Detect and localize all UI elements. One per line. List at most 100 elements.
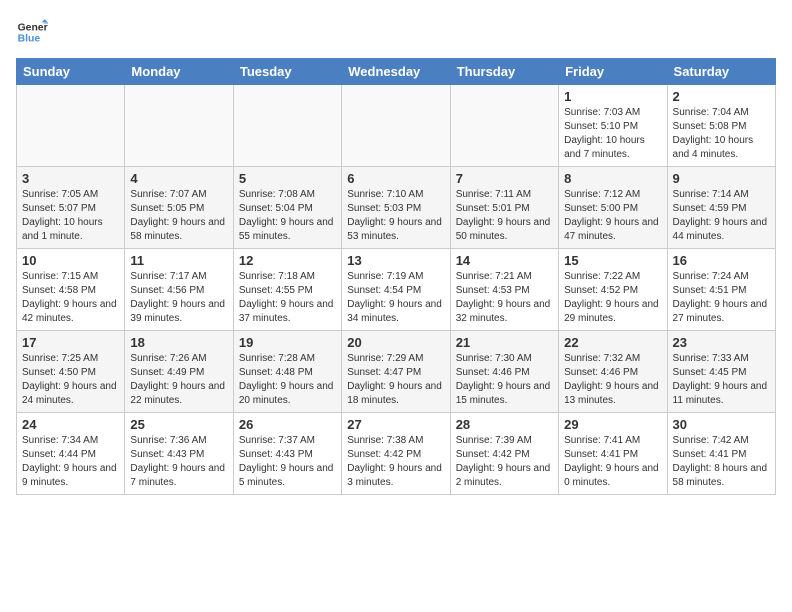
day-info: Sunrise: 7:32 AM Sunset: 4:46 PM Dayligh…	[564, 352, 661, 408]
calendar-table: SundayMondayTuesdayWednesdayThursdayFrid…	[16, 58, 776, 495]
calendar-cell	[342, 85, 450, 167]
day-info: Sunrise: 7:11 AM Sunset: 5:01 PM Dayligh…	[456, 188, 553, 244]
calendar-cell: 5 Sunrise: 7:08 AM Sunset: 5:04 PM Daylig…	[233, 167, 341, 249]
calendar-week-row: 24 Sunrise: 7:34 AM Sunset: 4:44 PM Dayli…	[17, 413, 776, 495]
day-number: 28	[456, 417, 553, 432]
day-info: Sunrise: 7:29 AM Sunset: 4:47 PM Dayligh…	[347, 352, 444, 408]
day-info: Sunrise: 7:04 AM Sunset: 5:08 PM Dayligh…	[673, 106, 770, 162]
calendar-cell	[233, 85, 341, 167]
day-number: 29	[564, 417, 661, 432]
day-number: 13	[347, 253, 444, 268]
day-info: Sunrise: 7:34 AM Sunset: 4:44 PM Dayligh…	[22, 434, 119, 490]
calendar-cell: 15 Sunrise: 7:22 AM Sunset: 4:52 PM Dayli…	[559, 249, 667, 331]
calendar-cell: 20 Sunrise: 7:29 AM Sunset: 4:47 PM Dayli…	[342, 331, 450, 413]
calendar-cell: 14 Sunrise: 7:21 AM Sunset: 4:53 PM Dayli…	[450, 249, 558, 331]
calendar-cell: 30Sunrise: 7:42 AM Sunset: 4:41 PM Dayli…	[667, 413, 775, 495]
day-info: Sunrise: 7:36 AM Sunset: 4:43 PM Dayligh…	[130, 434, 227, 490]
day-number: 9	[673, 171, 770, 186]
day-info: Sunrise: 7:14 AM Sunset: 4:59 PM Dayligh…	[673, 188, 770, 244]
calendar-cell: 7 Sunrise: 7:11 AM Sunset: 5:01 PM Daylig…	[450, 167, 558, 249]
calendar-cell: 1 Sunrise: 7:03 AM Sunset: 5:10 PM Daylig…	[559, 85, 667, 167]
day-number: 11	[130, 253, 227, 268]
day-info: Sunrise: 7:21 AM Sunset: 4:53 PM Dayligh…	[456, 270, 553, 326]
calendar-cell: 2 Sunrise: 7:04 AM Sunset: 5:08 PM Daylig…	[667, 85, 775, 167]
calendar-cell: 9 Sunrise: 7:14 AM Sunset: 4:59 PM Daylig…	[667, 167, 775, 249]
day-number: 10	[22, 253, 119, 268]
day-info: Sunrise: 7:24 AM Sunset: 4:51 PM Dayligh…	[673, 270, 770, 326]
day-number: 24	[22, 417, 119, 432]
calendar-week-row: 1 Sunrise: 7:03 AM Sunset: 5:10 PM Daylig…	[17, 85, 776, 167]
day-number: 21	[456, 335, 553, 350]
day-number: 25	[130, 417, 227, 432]
day-info: Sunrise: 7:19 AM Sunset: 4:54 PM Dayligh…	[347, 270, 444, 326]
day-number: 19	[239, 335, 336, 350]
day-info: Sunrise: 7:10 AM Sunset: 5:03 PM Dayligh…	[347, 188, 444, 244]
day-number: 12	[239, 253, 336, 268]
calendar-cell: 19Sunrise: 7:28 AM Sunset: 4:48 PM Dayli…	[233, 331, 341, 413]
day-number: 20	[347, 335, 444, 350]
day-info: Sunrise: 7:41 AM Sunset: 4:41 PM Dayligh…	[564, 434, 661, 490]
day-info: Sunrise: 7:22 AM Sunset: 4:52 PM Dayligh…	[564, 270, 661, 326]
calendar-cell: 28 Sunrise: 7:39 AM Sunset: 4:42 PM Dayli…	[450, 413, 558, 495]
day-number: 2	[673, 89, 770, 104]
day-info: Sunrise: 7:12 AM Sunset: 5:00 PM Dayligh…	[564, 188, 661, 244]
day-header-monday: Monday	[125, 59, 233, 85]
day-header-sunday: Sunday	[17, 59, 125, 85]
day-header-thursday: Thursday	[450, 59, 558, 85]
day-header-saturday: Saturday	[667, 59, 775, 85]
calendar-cell: 24 Sunrise: 7:34 AM Sunset: 4:44 PM Dayli…	[17, 413, 125, 495]
day-number: 17	[22, 335, 119, 350]
day-header-wednesday: Wednesday	[342, 59, 450, 85]
day-info: Sunrise: 7:30 AM Sunset: 4:46 PM Dayligh…	[456, 352, 553, 408]
calendar-cell	[125, 85, 233, 167]
day-info: Sunrise: 7:33 AM Sunset: 4:45 PM Dayligh…	[673, 352, 770, 408]
day-number: 23	[673, 335, 770, 350]
calendar-cell	[17, 85, 125, 167]
logo: General Blue	[16, 16, 56, 48]
calendar-cell: 25 Sunrise: 7:36 AM Sunset: 4:43 PM Dayli…	[125, 413, 233, 495]
day-number: 14	[456, 253, 553, 268]
day-number: 1	[564, 89, 661, 104]
calendar-cell: 4 Sunrise: 7:07 AM Sunset: 5:05 PM Daylig…	[125, 167, 233, 249]
day-info: Sunrise: 7:03 AM Sunset: 5:10 PM Dayligh…	[564, 106, 661, 162]
day-number: 3	[22, 171, 119, 186]
calendar-cell: 26 Sunrise: 7:37 AM Sunset: 4:43 PM Dayli…	[233, 413, 341, 495]
day-number: 5	[239, 171, 336, 186]
day-number: 7	[456, 171, 553, 186]
calendar-cell: 17 Sunrise: 7:25 AM Sunset: 4:50 PM Dayli…	[17, 331, 125, 413]
calendar-cell: 21 Sunrise: 7:30 AM Sunset: 4:46 PM Dayli…	[450, 331, 558, 413]
svg-text:General: General	[18, 22, 48, 33]
calendar-cell: 18Sunrise: 7:26 AM Sunset: 4:49 PM Dayli…	[125, 331, 233, 413]
day-header-friday: Friday	[559, 59, 667, 85]
calendar-cell: 10Sunrise: 7:15 AM Sunset: 4:58 PM Dayli…	[17, 249, 125, 331]
calendar-week-row: 17 Sunrise: 7:25 AM Sunset: 4:50 PM Dayli…	[17, 331, 776, 413]
calendar-week-row: 3 Sunrise: 7:05 AM Sunset: 5:07 PM Daylig…	[17, 167, 776, 249]
day-number: 15	[564, 253, 661, 268]
calendar-cell: 11 Sunrise: 7:17 AM Sunset: 4:56 PM Dayli…	[125, 249, 233, 331]
day-number: 16	[673, 253, 770, 268]
day-number: 27	[347, 417, 444, 432]
day-number: 22	[564, 335, 661, 350]
page-header: General Blue	[16, 16, 776, 48]
calendar-cell: 8 Sunrise: 7:12 AM Sunset: 5:00 PM Daylig…	[559, 167, 667, 249]
day-info: Sunrise: 7:17 AM Sunset: 4:56 PM Dayligh…	[130, 270, 227, 326]
day-info: Sunrise: 7:05 AM Sunset: 5:07 PM Dayligh…	[22, 188, 119, 244]
svg-text:Blue: Blue	[18, 34, 41, 45]
day-number: 6	[347, 171, 444, 186]
day-info: Sunrise: 7:26 AM Sunset: 4:49 PM Dayligh…	[130, 352, 227, 408]
day-info: Sunrise: 7:25 AM Sunset: 4:50 PM Dayligh…	[22, 352, 119, 408]
calendar-header-row: SundayMondayTuesdayWednesdayThursdayFrid…	[17, 59, 776, 85]
day-number: 8	[564, 171, 661, 186]
calendar-cell: 3 Sunrise: 7:05 AM Sunset: 5:07 PM Daylig…	[17, 167, 125, 249]
day-info: Sunrise: 7:08 AM Sunset: 5:04 PM Dayligh…	[239, 188, 336, 244]
day-info: Sunrise: 7:07 AM Sunset: 5:05 PM Dayligh…	[130, 188, 227, 244]
day-number: 26	[239, 417, 336, 432]
calendar-cell: 12Sunrise: 7:18 AM Sunset: 4:55 PM Dayli…	[233, 249, 341, 331]
day-info: Sunrise: 7:37 AM Sunset: 4:43 PM Dayligh…	[239, 434, 336, 490]
day-number: 4	[130, 171, 227, 186]
calendar-cell: 22 Sunrise: 7:32 AM Sunset: 4:46 PM Dayli…	[559, 331, 667, 413]
calendar-cell	[450, 85, 558, 167]
day-number: 30	[673, 417, 770, 432]
calendar-week-row: 10Sunrise: 7:15 AM Sunset: 4:58 PM Dayli…	[17, 249, 776, 331]
day-info: Sunrise: 7:39 AM Sunset: 4:42 PM Dayligh…	[456, 434, 553, 490]
